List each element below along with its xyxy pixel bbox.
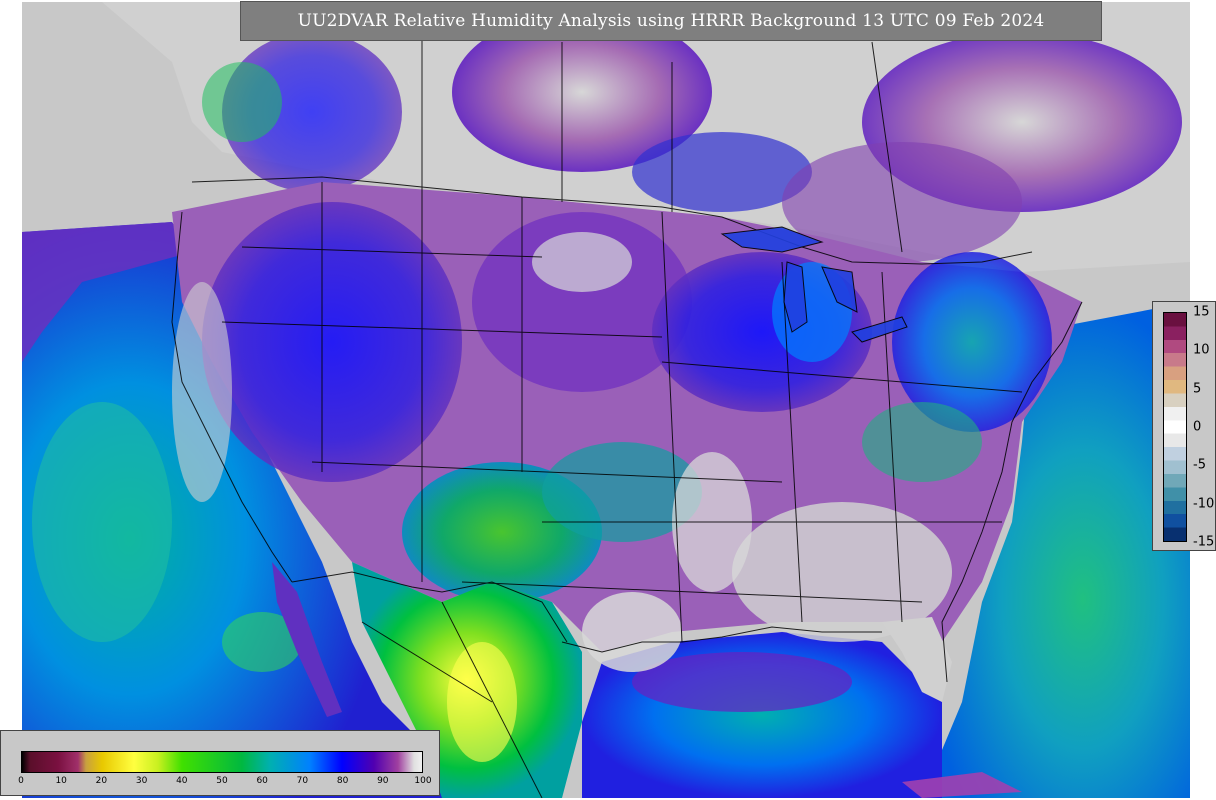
bc-green-patch xyxy=(202,62,282,142)
map-svg xyxy=(22,2,1190,798)
humidity-tick-label: 90 xyxy=(377,776,389,786)
difference-tick-label: -10 xyxy=(1193,496,1215,512)
humidity-tick-label: 100 xyxy=(414,776,432,786)
humidity-tick-label: 30 xyxy=(135,776,148,786)
humidity-tick-label: 0 xyxy=(18,776,24,786)
difference-tick-label: 15 xyxy=(1193,304,1210,320)
humidity-tick-label: 70 xyxy=(296,776,309,786)
texas-gulf-grey xyxy=(582,592,682,672)
difference-tick-label: -15 xyxy=(1193,534,1215,550)
mexico-yellow-core xyxy=(447,642,517,762)
california-coast-grey xyxy=(172,282,232,502)
plains-grey-patch xyxy=(532,232,632,292)
humidity-tick-label: 80 xyxy=(336,776,349,786)
humidity-tick-label: 10 xyxy=(55,776,67,786)
humidity-colorbar: 0 10 20 30 40 50 60 70 80 90 100 xyxy=(0,730,440,796)
difference-colorbar: 15 10 5 0 -5 -10 -15 xyxy=(1152,301,1216,551)
west-blue-field xyxy=(202,202,462,482)
difference-tick-label: 0 xyxy=(1193,419,1202,435)
difference-tick-label: -5 xyxy=(1193,457,1206,473)
humidity-colorbar-gradient xyxy=(21,751,423,773)
humidity-tick-label: 50 xyxy=(216,776,228,786)
difference-colorbar-gradient xyxy=(1163,312,1187,542)
pacific-green-patch xyxy=(32,402,172,642)
humidity-tick-label: 40 xyxy=(176,776,188,786)
appalachian-green xyxy=(862,402,982,482)
difference-tick-label: 10 xyxy=(1193,342,1210,358)
humidity-tick-label: 60 xyxy=(256,776,268,786)
map-title: UU2DVAR Relative Humidity Analysis using… xyxy=(240,1,1102,41)
humidity-tick-label: 20 xyxy=(95,776,108,786)
humidity-map xyxy=(22,2,1190,798)
difference-tick-label: 5 xyxy=(1193,381,1202,397)
